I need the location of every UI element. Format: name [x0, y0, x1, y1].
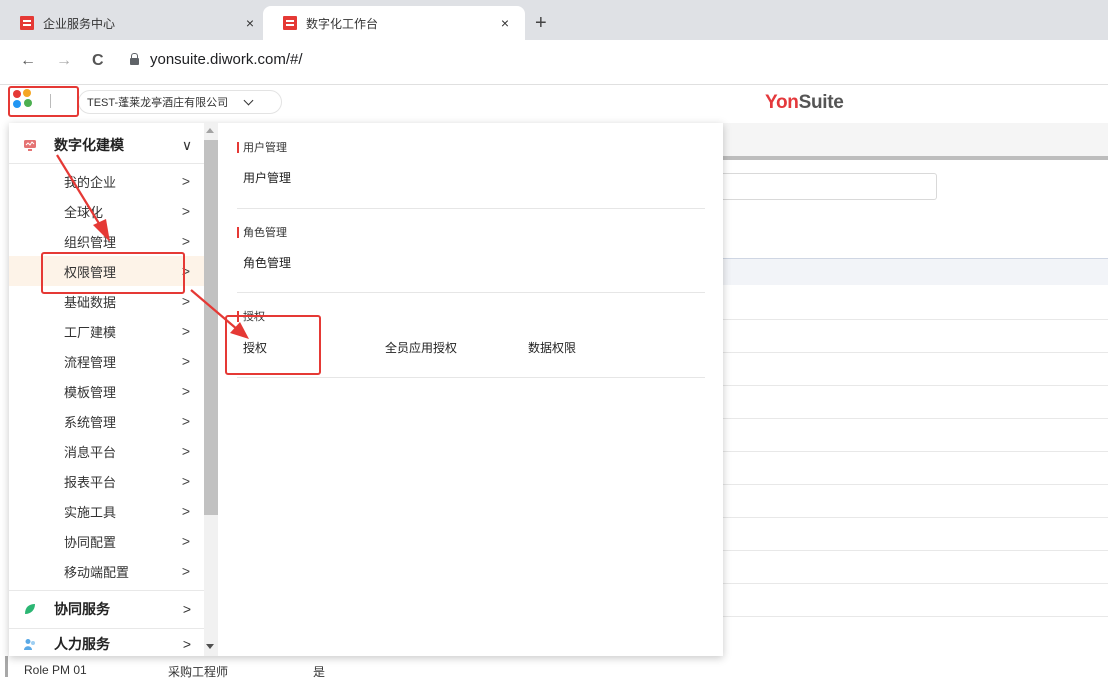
arrow-line	[190, 289, 239, 331]
annotation-arrows	[56, 154, 249, 339]
arrow-line	[56, 154, 104, 231]
arrow-head	[93, 219, 110, 242]
